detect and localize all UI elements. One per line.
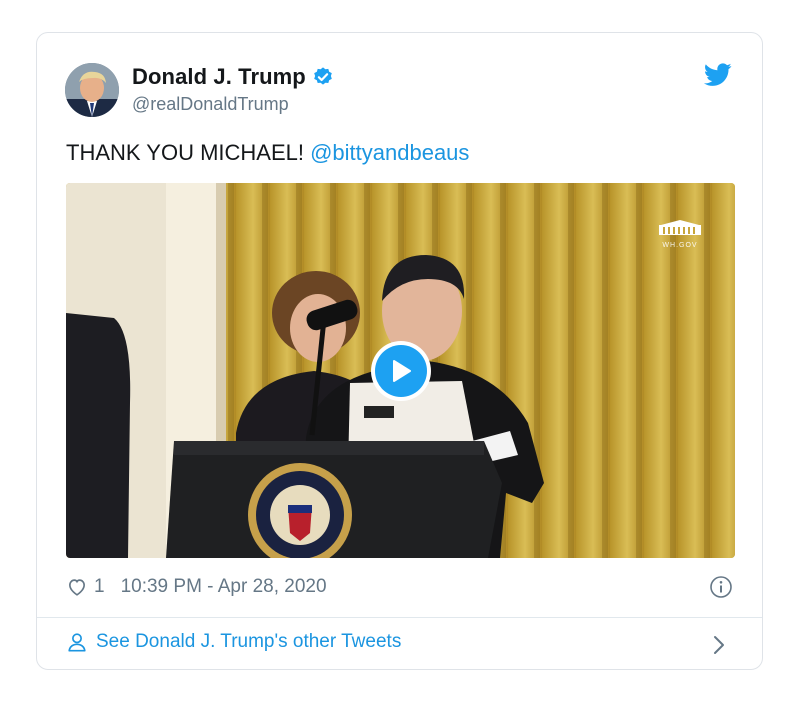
tweet-card[interactable]: Donald J. Trump @realDonaldTrump THANK Y… xyxy=(36,32,763,670)
other-tweets-link[interactable]: See Donald J. Trump's other Tweets xyxy=(66,631,401,653)
wh-watermark: WH.GOV xyxy=(655,219,705,249)
video-player[interactable]: WH.GOV xyxy=(66,183,735,558)
person-icon xyxy=(68,633,86,652)
user-handle[interactable]: @realDonaldTrump xyxy=(132,94,289,115)
white-house-icon xyxy=(659,220,701,235)
heart-icon[interactable] xyxy=(66,576,88,598)
watermark-text: WH.GOV xyxy=(662,242,698,249)
mention-link[interactable]: @bittyandbeaus xyxy=(310,140,469,165)
chevron-right-icon[interactable] xyxy=(712,635,726,655)
tweet-text: THANK YOU MICHAEL! @bittyandbeaus xyxy=(66,140,469,166)
verified-badge-icon xyxy=(314,67,332,85)
play-icon xyxy=(393,360,411,382)
avatar[interactable] xyxy=(65,63,119,117)
twitter-bird-icon[interactable] xyxy=(704,63,732,87)
other-tweets-label[interactable]: See Donald J. Trump's other Tweets xyxy=(96,631,401,653)
tweet-body: THANK YOU MICHAEL! xyxy=(66,140,311,165)
tweet-meta: 1 10:39 PM - Apr 28, 2020 xyxy=(66,573,327,601)
display-name[interactable]: Donald J. Trump xyxy=(132,64,306,90)
timestamp[interactable]: 10:39 PM - Apr 28, 2020 xyxy=(121,576,327,598)
play-button[interactable] xyxy=(371,341,431,401)
like-count[interactable]: 1 xyxy=(94,576,105,598)
divider xyxy=(37,617,762,618)
info-icon[interactable] xyxy=(709,575,733,599)
